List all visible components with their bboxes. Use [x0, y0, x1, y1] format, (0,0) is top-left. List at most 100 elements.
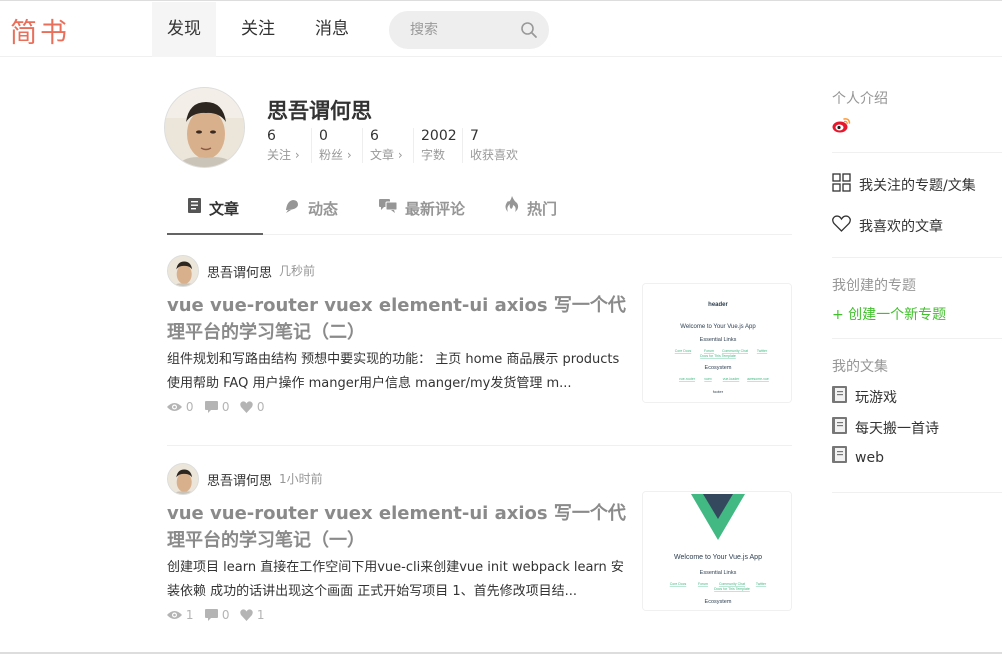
likes-count: 1	[240, 608, 264, 622]
tab-label: 文章	[209, 200, 240, 218]
tab-activity[interactable]: 动态	[284, 185, 338, 235]
notebook-icon	[832, 446, 847, 467]
stat-followers[interactable]: 0 粉丝 ›	[311, 128, 360, 163]
search-box	[389, 11, 549, 49]
top-navbar: 简书 发现 关注 消息	[0, 0, 1002, 57]
tab-hot[interactable]: 热门	[505, 185, 557, 235]
thumb-link: Twitter	[756, 582, 767, 586]
stat-label: 粉丝 ›	[319, 148, 352, 162]
user-avatar[interactable]	[164, 87, 245, 168]
nav-messages[interactable]: 消息	[300, 2, 364, 57]
thumb-link: Core Docs	[675, 349, 692, 353]
sidebar-item-label: 我喜欢的文章	[859, 219, 943, 235]
thumb-welcome: Welcome to Your Vue.js App	[674, 554, 762, 561]
views-count: 1	[167, 608, 193, 622]
eye-icon	[167, 608, 182, 622]
article-time: 1小时前	[279, 472, 323, 486]
thumb-link: vue-loader	[723, 377, 740, 381]
logo[interactable]: 简书	[10, 11, 70, 50]
article-divider	[167, 445, 792, 446]
nav-follow[interactable]: 关注	[226, 2, 290, 57]
notebook-label: 玩游戏	[855, 390, 897, 406]
sidebar-divider	[832, 492, 1002, 493]
tab-label: 热门	[527, 200, 558, 218]
heart-icon	[240, 608, 253, 622]
stat-num: 6	[370, 128, 379, 144]
thumb-link: Twitter	[757, 349, 768, 353]
thumb-link: Docs for This Template	[714, 587, 750, 591]
sidebar-created-label: 我创建的专题	[832, 278, 916, 294]
comment-icon	[205, 608, 218, 622]
notebook-label: web	[855, 450, 884, 466]
search-icon[interactable]	[520, 21, 538, 43]
eye-icon	[167, 400, 182, 414]
thumb-essential: Essential Links	[700, 570, 737, 576]
author-avatar[interactable]	[167, 463, 199, 495]
comments-icon	[379, 184, 398, 232]
thumb-ecosystem: Ecosystem	[705, 599, 732, 605]
article-icon	[188, 184, 201, 232]
comments-count[interactable]: 0	[205, 400, 229, 414]
author-name[interactable]: 思吾谓何思	[207, 262, 272, 281]
article-item: 思吾谓何思 几秒前 vue vue-router vuex element-ui…	[167, 255, 792, 435]
stat-label: 字数	[421, 148, 446, 162]
sidebar-divider	[832, 257, 1002, 258]
article-title[interactable]: vue vue-router vuex element-ui axios 写一个…	[167, 292, 627, 346]
stat-following[interactable]: 6 关注 ›	[267, 128, 308, 163]
thumb-essential: Essential Links	[700, 337, 737, 343]
article-title[interactable]: vue vue-router vuex element-ui axios 写一个…	[167, 500, 627, 554]
tab-articles[interactable]: 文章	[167, 185, 263, 235]
article-abstract: 组件规划和写路由结构 预想中要实现的功能： 主页 home 商品展示 produ…	[167, 352, 620, 391]
article-time: 几秒前	[279, 264, 316, 278]
comment-icon	[205, 400, 218, 414]
create-collection-button[interactable]: + 创建一个新专题	[832, 304, 946, 324]
search-input[interactable]	[410, 12, 520, 48]
comments-count[interactable]: 0	[205, 608, 229, 622]
likes-value: 0	[256, 400, 265, 414]
thumb-link: Forum	[704, 349, 714, 353]
stat-num: 0	[319, 128, 328, 144]
tab-comments[interactable]: 最新评论	[379, 185, 465, 235]
stat-words: 2002 字数	[413, 128, 465, 163]
article-thumbnail[interactable]: header Welcome to Your Vue.js App Essent…	[642, 283, 792, 403]
thumb-link: Core Docs	[670, 582, 687, 586]
thumb-header: header	[708, 302, 728, 308]
tab-label: 动态	[308, 200, 339, 218]
comments-value: 0	[221, 608, 230, 622]
weibo-icon[interactable]	[832, 117, 851, 137]
sidebar-item-label: 我关注的专题/文集	[859, 178, 976, 194]
thumb-link: Docs for This Template	[700, 354, 736, 358]
heart-icon	[240, 400, 253, 414]
stat-num: 6	[267, 128, 276, 144]
thumb-link: Forum	[698, 582, 708, 586]
stat-num: 2002	[421, 128, 457, 144]
tab-label: 最新评论	[405, 200, 466, 218]
thumb-footer: footer	[713, 389, 724, 394]
views-value: 1	[185, 608, 194, 622]
author-name[interactable]: 思吾谓何思	[207, 470, 272, 489]
stat-label: 收获喜欢	[470, 148, 519, 162]
thumb-welcome: Welcome to Your Vue.js App	[680, 324, 756, 330]
stat-likes: 7 收获喜欢	[462, 128, 526, 163]
sidebar-divider	[832, 152, 1002, 153]
notebook-item[interactable]: web	[832, 446, 884, 467]
article-thumbnail[interactable]: Welcome to Your Vue.js App Essential Lin…	[642, 491, 792, 611]
notebook-label: 每天搬一首诗	[855, 421, 939, 437]
grid-icon	[832, 173, 851, 196]
notebook-item[interactable]: 每天搬一首诗	[832, 417, 939, 438]
sidebar-liked-articles[interactable]: 我喜欢的文章	[832, 215, 943, 236]
notebook-icon	[832, 417, 847, 438]
profile-tabs: 文章 动态 最新评论 热门	[167, 185, 792, 235]
stat-articles[interactable]: 6 文章 ›	[362, 128, 411, 163]
author-avatar[interactable]	[167, 255, 199, 287]
article-item: 思吾谓何思 1小时前 vue vue-router vuex element-u…	[167, 463, 792, 643]
thumb-link: Community Chat	[719, 582, 745, 586]
nav-discover[interactable]: 发现	[152, 2, 216, 57]
profile-username: 思吾谓何思	[267, 99, 372, 123]
notebook-item[interactable]: 玩游戏	[832, 386, 897, 407]
stat-label: 文章 ›	[370, 148, 403, 162]
sidebar-followed-collections[interactable]: 我关注的专题/文集	[832, 173, 976, 196]
notebook-icon	[832, 386, 847, 407]
sidebar-notebooks-label: 我的文集	[832, 359, 888, 375]
thumb-link: vuex	[704, 377, 712, 381]
